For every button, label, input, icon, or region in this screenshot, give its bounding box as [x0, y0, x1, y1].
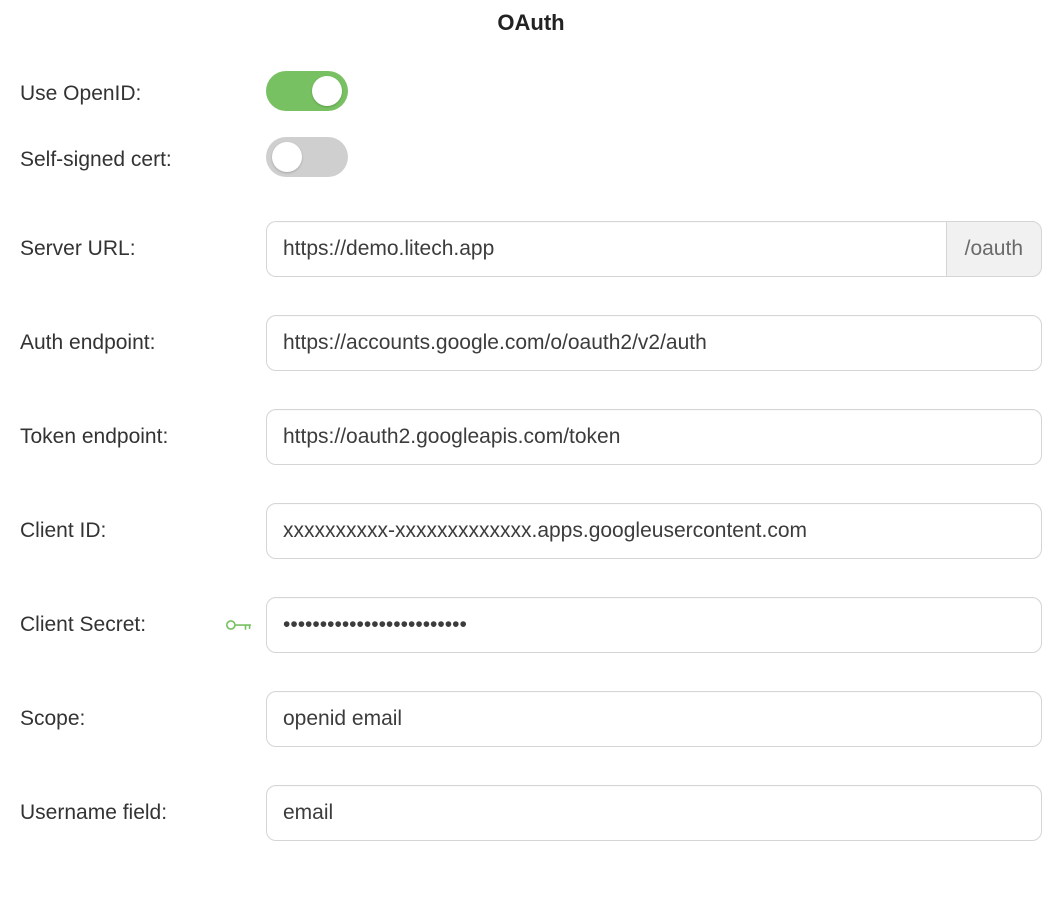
scope-label: Scope:	[20, 707, 85, 730]
self-signed-label: Self-signed cert:	[20, 148, 172, 171]
label-server-url: Server URL:	[20, 237, 266, 261]
scope-input[interactable]	[266, 691, 1042, 747]
server-url-input[interactable]	[266, 221, 946, 277]
label-token-endpoint: Token endpoint:	[20, 425, 266, 449]
label-username-field: Username field:	[20, 801, 266, 825]
client-secret-label: Client Secret:	[20, 613, 146, 636]
label-client-id: Client ID:	[20, 519, 266, 543]
label-use-openid: Use OpenID:	[20, 82, 266, 106]
row-client-id: Client ID:	[20, 503, 1042, 559]
username-field-label: Username field:	[20, 801, 167, 824]
row-client-secret: Client Secret:	[20, 597, 1042, 653]
use-openid-label: Use OpenID:	[20, 82, 141, 105]
row-scope: Scope:	[20, 691, 1042, 747]
username-field-input[interactable]	[266, 785, 1042, 841]
server-url-suffix: /oauth	[946, 221, 1042, 277]
server-url-group: /oauth	[266, 221, 1042, 277]
client-id-input[interactable]	[266, 503, 1042, 559]
row-use-openid: Use OpenID:	[20, 71, 1042, 117]
oauth-settings-form: OAuth Use OpenID: Self-signed cert: Serv…	[0, 0, 1062, 899]
auth-endpoint-input[interactable]	[266, 315, 1042, 371]
token-endpoint-input[interactable]	[266, 409, 1042, 465]
row-token-endpoint: Token endpoint:	[20, 409, 1042, 465]
toggle-knob	[272, 142, 302, 172]
row-server-url: Server URL: /oauth	[20, 221, 1042, 277]
label-self-signed: Self-signed cert:	[20, 148, 266, 172]
server-url-label: Server URL:	[20, 237, 136, 260]
label-client-secret: Client Secret:	[20, 613, 266, 637]
toggle-knob	[312, 76, 342, 106]
auth-endpoint-label: Auth endpoint:	[20, 331, 155, 354]
label-auth-endpoint: Auth endpoint:	[20, 331, 266, 355]
use-openid-toggle[interactable]	[266, 71, 348, 111]
label-scope: Scope:	[20, 707, 266, 731]
key-icon	[226, 615, 252, 635]
self-signed-toggle[interactable]	[266, 137, 348, 177]
row-username-field: Username field:	[20, 785, 1042, 841]
row-self-signed: Self-signed cert:	[20, 137, 1042, 183]
client-secret-input[interactable]	[266, 597, 1042, 653]
token-endpoint-label: Token endpoint:	[20, 425, 168, 448]
form-title: OAuth	[20, 8, 1042, 39]
row-auth-endpoint: Auth endpoint:	[20, 315, 1042, 371]
client-id-label: Client ID:	[20, 519, 106, 542]
